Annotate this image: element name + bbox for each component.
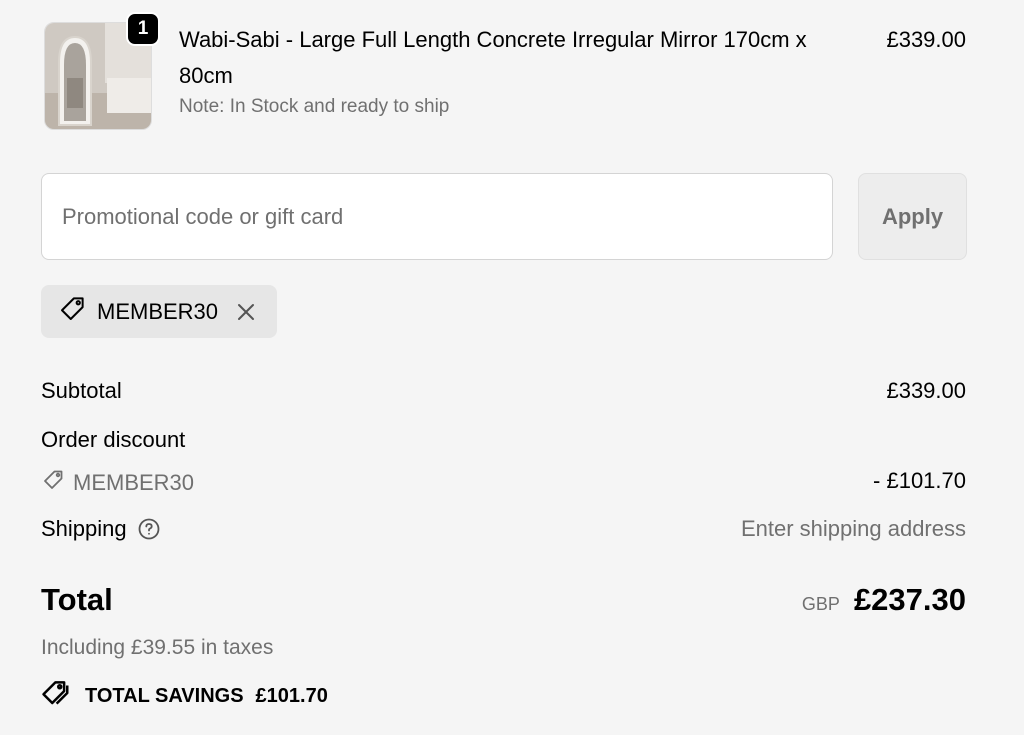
shipping-label: Shipping [41,516,127,541]
currency-code: GBP [801,594,840,614]
shipping-value: Enter shipping address [740,516,966,541]
applied-discount-chip: MEMBER30 [41,285,277,338]
product-title: Wabi-Sabi - Large Full Length Concrete I… [179,27,807,88]
savings-tag-icon [41,678,71,714]
tag-icon [57,294,87,329]
savings-amount: £101.70 [255,684,328,707]
help-icon[interactable] [137,517,161,541]
total-amount: £237.30 [853,582,966,617]
line-item: 1 Wabi-Sabi - Large Full Length Concrete… [42,12,966,130]
total-savings: TOTAL SAVINGS £101.70 [41,678,328,714]
subtotal-label: Subtotal [41,378,122,403]
subtotal-value: £339.00 [886,378,966,403]
tag-icon [41,468,65,498]
remove-discount-close-icon[interactable] [234,300,258,324]
applied-discount-code: MEMBER30 [97,298,219,324]
total-label: Total [41,582,113,617]
shipping-row: Shipping Enter shipping address [41,516,966,542]
product-note: Note: In Stock and ready to ship [179,96,450,117]
product-price: £339.00 [886,27,966,52]
product-thumbnail-wrapper: 1 [42,12,160,130]
taxes-note: Including £39.55 in taxes [41,636,274,659]
total-amount-group: GBP £237.30 [802,582,966,618]
apply-button[interactable]: Apply [858,173,967,260]
order-discount-label: Order discount [41,427,186,452]
discount-value: - £101.70 [873,468,966,493]
discount-code-row: MEMBER30 - £101.70 [41,468,966,498]
discount-code-label: MEMBER30 [73,470,195,495]
subtotal-row: Subtotal £339.00 [41,378,966,404]
quantity-badge: 1 [126,12,160,46]
savings-label: TOTAL SAVINGS [85,684,244,707]
promo-code-input[interactable] [41,173,833,260]
order-discount-row: Order discount [41,427,966,453]
